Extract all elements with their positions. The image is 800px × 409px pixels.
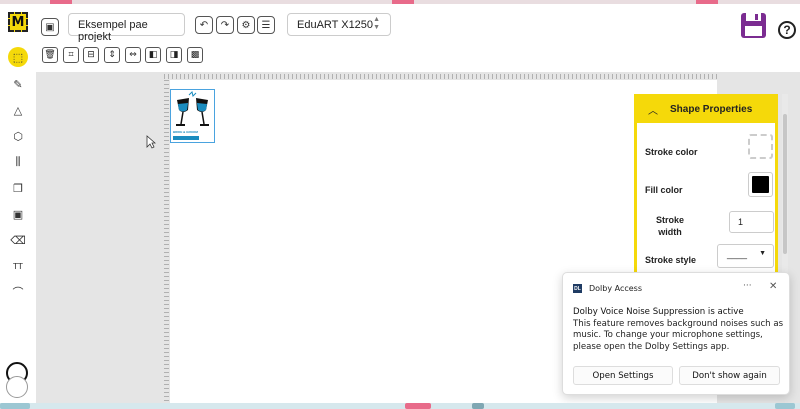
taskbar-item[interactable] bbox=[472, 403, 484, 409]
3d-tool[interactable]: ⬡ bbox=[8, 126, 28, 146]
redo-button[interactable]: ↷ bbox=[216, 16, 234, 34]
send-back-button[interactable]: ◨ bbox=[166, 47, 182, 63]
stroke-style-value: ____ bbox=[727, 249, 748, 259]
distribute-button[interactable]: ⇕ bbox=[104, 47, 120, 63]
bring-front-button[interactable]: ◧ bbox=[145, 47, 161, 63]
shapes-icon: △ bbox=[13, 103, 23, 117]
glasses-artwork bbox=[173, 91, 209, 140]
flip-icon: ⇔ bbox=[129, 50, 137, 60]
chevron-up-icon: ︿ bbox=[648, 106, 658, 117]
distribute-icon: ⇕ bbox=[108, 50, 116, 60]
machine-value: EduART X1250 bbox=[297, 19, 374, 31]
text-icon: TT bbox=[13, 261, 23, 271]
app-icon-text: DL bbox=[574, 285, 581, 292]
stroke-color-label: Stroke color bbox=[645, 147, 698, 157]
text-tool[interactable]: TT bbox=[8, 256, 28, 276]
notification-title: Dolby Voice Noise Suppression is active bbox=[573, 307, 744, 317]
notification-body: This feature removes background noises s… bbox=[573, 319, 784, 352]
taskbar-item[interactable] bbox=[775, 403, 795, 409]
stroke-style-select[interactable]: ____ ▼ bbox=[717, 244, 774, 268]
copy-tool[interactable]: ❐ bbox=[8, 178, 28, 198]
select-icon: ⬚ bbox=[12, 50, 24, 64]
app-header: M ▣ Eksempel pae projekt ↶ ↷ ⚙ ☰ EduART … bbox=[0, 4, 800, 43]
fill-color-label: Fill color bbox=[645, 185, 683, 195]
stroke-width-label: Stroke width bbox=[655, 215, 684, 237]
database-icon: ☰ bbox=[261, 19, 271, 31]
undo-icon: ↶ bbox=[199, 19, 209, 31]
new-file-button[interactable]: ▣ bbox=[41, 18, 59, 36]
vertical-ruler bbox=[164, 80, 169, 405]
save-icon[interactable] bbox=[740, 12, 767, 39]
delete-icon: 🗑 bbox=[44, 50, 56, 60]
frame-tool[interactable]: ▣ bbox=[8, 204, 28, 224]
shapes-tool[interactable]: △ bbox=[8, 100, 28, 120]
design-caption: BRIDE & GROOM bbox=[173, 130, 198, 134]
delete-button[interactable]: 🗑 bbox=[42, 47, 58, 63]
mouse-cursor-icon bbox=[146, 135, 156, 149]
taskbar-item[interactable] bbox=[405, 403, 431, 409]
bring-front-icon: ◧ bbox=[148, 50, 158, 60]
notification-app-name: Dolby Access bbox=[589, 284, 643, 293]
pen-tool[interactable]: ✎ bbox=[8, 74, 28, 94]
project-name-input[interactable]: Eksempel pae projekt bbox=[68, 13, 185, 43]
panel-scrollbar[interactable] bbox=[782, 94, 788, 280]
open-settings-button[interactable]: Open Settings bbox=[573, 366, 673, 385]
object-toolbar: 🗑 ⌗ ⊟ ⇕ ⇔ ◧ ◨ ▩ bbox=[36, 42, 800, 72]
more-options-icon[interactable]: ··· bbox=[743, 281, 752, 291]
help-label: ? bbox=[783, 23, 791, 37]
group-icon: ⌗ bbox=[68, 50, 74, 60]
fill-color-inner bbox=[752, 176, 769, 193]
undo-button[interactable]: ↶ bbox=[195, 16, 213, 34]
machine-select[interactable]: EduART X1250 ▲ ▼ bbox=[287, 13, 391, 36]
file-icon: ▣ bbox=[45, 21, 55, 33]
fill-color-swatch[interactable] bbox=[748, 172, 773, 197]
storage-button[interactable]: ☰ bbox=[257, 16, 275, 34]
flip-button[interactable]: ⇔ bbox=[125, 47, 141, 63]
panel-scrollbar-thumb[interactable] bbox=[783, 114, 787, 254]
path-tool[interactable]: ⌒ bbox=[8, 282, 28, 302]
gear-icon: ⚙ bbox=[241, 19, 251, 31]
left-tool-sidebar: ⬚ ✎ △ ⬡ ⫼ ❐ ▣ ⌫ TT ⌒ bbox=[0, 42, 36, 409]
path-icon: ⌒ bbox=[12, 286, 24, 299]
eraser-icon: ⌫ bbox=[10, 233, 26, 247]
selected-design[interactable]: BRIDE & GROOM bbox=[170, 89, 215, 143]
group-button[interactable]: ⌗ bbox=[63, 47, 79, 63]
stroke-style-label: Stroke style bbox=[645, 255, 697, 265]
chevron-updown-icon: ▲ ▼ bbox=[373, 16, 380, 31]
dont-show-again-button[interactable]: Don't show again bbox=[679, 366, 780, 385]
send-back-icon: ◨ bbox=[169, 50, 179, 60]
align-icon: ⊟ bbox=[87, 50, 95, 60]
eraser-tool[interactable]: ⌫ bbox=[8, 230, 28, 250]
dolby-notification: DL Dolby Access ··· ✕ Dolby Voice Noise … bbox=[562, 272, 790, 395]
horizontal-ruler bbox=[164, 74, 717, 79]
frame-icon: ▣ bbox=[12, 207, 24, 221]
help-button[interactable]: ? bbox=[778, 21, 796, 39]
app-logo[interactable]: M bbox=[8, 12, 28, 32]
close-icon[interactable]: ✕ bbox=[769, 281, 777, 292]
redo-icon: ↷ bbox=[220, 19, 230, 31]
logo-letter: M bbox=[11, 14, 25, 30]
stroke-width-input[interactable]: 1 bbox=[729, 211, 774, 233]
align-button[interactable]: ⊟ bbox=[83, 47, 99, 63]
taskbar-item[interactable] bbox=[0, 403, 30, 409]
align-tool[interactable]: ⫼ bbox=[8, 152, 28, 172]
pattern-icon: ▩ bbox=[190, 50, 200, 60]
caret-down-icon: ▼ bbox=[759, 250, 766, 257]
pen-icon: ✎ bbox=[13, 77, 23, 91]
fill-circle-indicator[interactable] bbox=[6, 376, 28, 398]
3d-box-icon: ⬡ bbox=[13, 129, 23, 143]
align-tool-icon: ⫼ bbox=[15, 155, 21, 168]
dolby-app-icon: DL bbox=[573, 284, 582, 293]
select-tool[interactable]: ⬚ bbox=[8, 47, 28, 67]
shape-properties-header[interactable]: ︿ Shape Properties bbox=[637, 97, 775, 123]
panel-title: Shape Properties bbox=[670, 104, 753, 115]
stroke-color-swatch[interactable] bbox=[748, 134, 773, 159]
taskbar-strip bbox=[0, 403, 800, 409]
copy-icon: ❐ bbox=[13, 181, 23, 195]
settings-button[interactable]: ⚙ bbox=[237, 16, 255, 34]
pattern-button[interactable]: ▩ bbox=[187, 47, 203, 63]
